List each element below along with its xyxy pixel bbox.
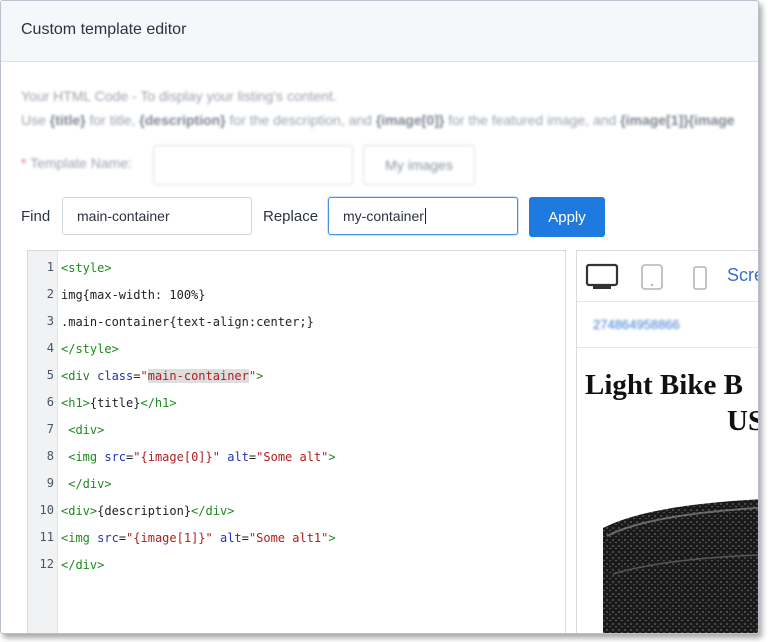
apply-button[interactable]: Apply: [529, 197, 605, 237]
code-token: "{image[0]}": [133, 450, 220, 464]
tablet-icon[interactable]: [640, 263, 664, 296]
code-line: <h1>{title}</h1>: [61, 395, 177, 411]
code-token: alt: [227, 450, 249, 464]
code-line: img{max-width: 100%}: [61, 287, 206, 303]
code-token: img{max-width: 100%}: [61, 288, 206, 302]
code-token: .main-container{text-align:center;}: [61, 315, 314, 329]
code-token: >: [328, 450, 336, 464]
text-caret: [424, 208, 426, 224]
help-text-line2: Use {title} for title, {description} for…: [21, 112, 735, 128]
template-editor-window: Custom template editor Your HTML Code - …: [0, 0, 759, 634]
line-number: 10: [39, 503, 54, 517]
phone-icon[interactable]: [692, 265, 708, 296]
replace-label: Replace: [263, 208, 319, 225]
code-token: "Some alt": [256, 450, 329, 464]
listing-id: 274864958866: [593, 317, 680, 332]
preview-divider: [577, 347, 758, 348]
line-number: 8: [46, 449, 54, 463]
line-number: 1: [46, 260, 54, 274]
line-number: 4: [46, 341, 54, 355]
code-token: </div>: [191, 504, 235, 518]
find-input[interactable]: main-container: [62, 197, 252, 235]
screen-label[interactable]: Scre: [727, 265, 758, 286]
preview-divider: [577, 301, 758, 302]
find-label: Find: [21, 208, 51, 225]
preview-toolbar: Scre: [577, 251, 758, 301]
code-token: {description}: [97, 504, 192, 518]
line-number: 11: [39, 530, 54, 544]
code-token: "Some alt1": [248, 531, 329, 545]
code-token: <div>: [61, 423, 105, 437]
code-token: src: [97, 531, 119, 545]
code-token: </style>: [61, 342, 119, 356]
line-number: 3: [46, 314, 54, 328]
editor-header: Custom template editor: [1, 1, 758, 62]
replace-input-value: my-container: [343, 208, 424, 224]
code-token: alt: [219, 531, 242, 545]
code-token: =: [118, 531, 127, 545]
preview-panel: Scre 274864958866 Light Bike B US: [576, 250, 758, 633]
find-input-value: main-container: [77, 208, 170, 224]
code-line: <img src="{image[1]}" alt="Some alt1">: [61, 530, 336, 546]
code-token: {title}: [89, 396, 141, 410]
code-line: .main-container{text-align:center;}: [61, 314, 314, 330]
code-line: <img src="{image[0]}" alt="Some alt">: [61, 449, 336, 465]
help-text-line1: Your HTML Code - To display your listing…: [21, 88, 337, 104]
code-editor[interactable]: 1 2 3 4 5 6 7 8 9 10 11 12 <style> img{max-width: 10…: [27, 250, 566, 633]
replace-input[interactable]: my-container: [328, 197, 518, 235]
code-token: <div>: [61, 504, 98, 518]
code-token: <img: [61, 531, 98, 545]
code-token: main-container: [147, 369, 249, 383]
template-name-label: * Template Name:: [21, 155, 133, 171]
code-token: <h1>: [61, 396, 90, 410]
preview-title-line2: US: [727, 405, 758, 437]
code-token: =: [241, 531, 249, 545]
code-token: <div: [61, 369, 98, 383]
code-token: ": [140, 369, 148, 383]
line-number: 5: [46, 368, 54, 382]
line-number: 7: [46, 422, 54, 436]
editor-title: Custom template editor: [21, 21, 187, 38]
code-token: "{image[1]}": [126, 531, 213, 545]
code-token: class: [97, 369, 134, 383]
line-number: 6: [46, 395, 54, 409]
code-token: </div>: [61, 477, 112, 491]
code-line: <div class="main-container">: [61, 368, 263, 384]
code-token: src: [104, 450, 127, 464]
line-number: 12: [39, 557, 54, 571]
code-token: </h1>: [140, 396, 177, 410]
bike-product-image: [593, 496, 758, 633]
code-token: </div>: [61, 558, 105, 572]
code-token: >: [328, 531, 336, 545]
code-token: <img: [61, 450, 105, 464]
code-line: <div>: [61, 422, 104, 438]
code-token: <style>: [61, 261, 112, 275]
preview-title-line1: Light Bike B: [585, 369, 743, 401]
line-number: 9: [46, 476, 54, 490]
template-name-input[interactable]: [153, 145, 353, 185]
code-line: <style>: [61, 260, 112, 276]
code-token: >: [256, 369, 264, 383]
code-line: </div>: [61, 557, 104, 573]
line-number: 2: [46, 287, 54, 301]
line-number-gutter: 1 2 3 4 5 6 7 8 9 10 11 12: [28, 251, 58, 633]
code-line: <div>{description}</div>: [61, 503, 234, 519]
desktop-icon[interactable]: [585, 263, 619, 296]
code-line: </div>: [61, 476, 112, 492]
my-images-button[interactable]: My images: [363, 145, 475, 185]
code-line: </style>: [61, 341, 119, 357]
